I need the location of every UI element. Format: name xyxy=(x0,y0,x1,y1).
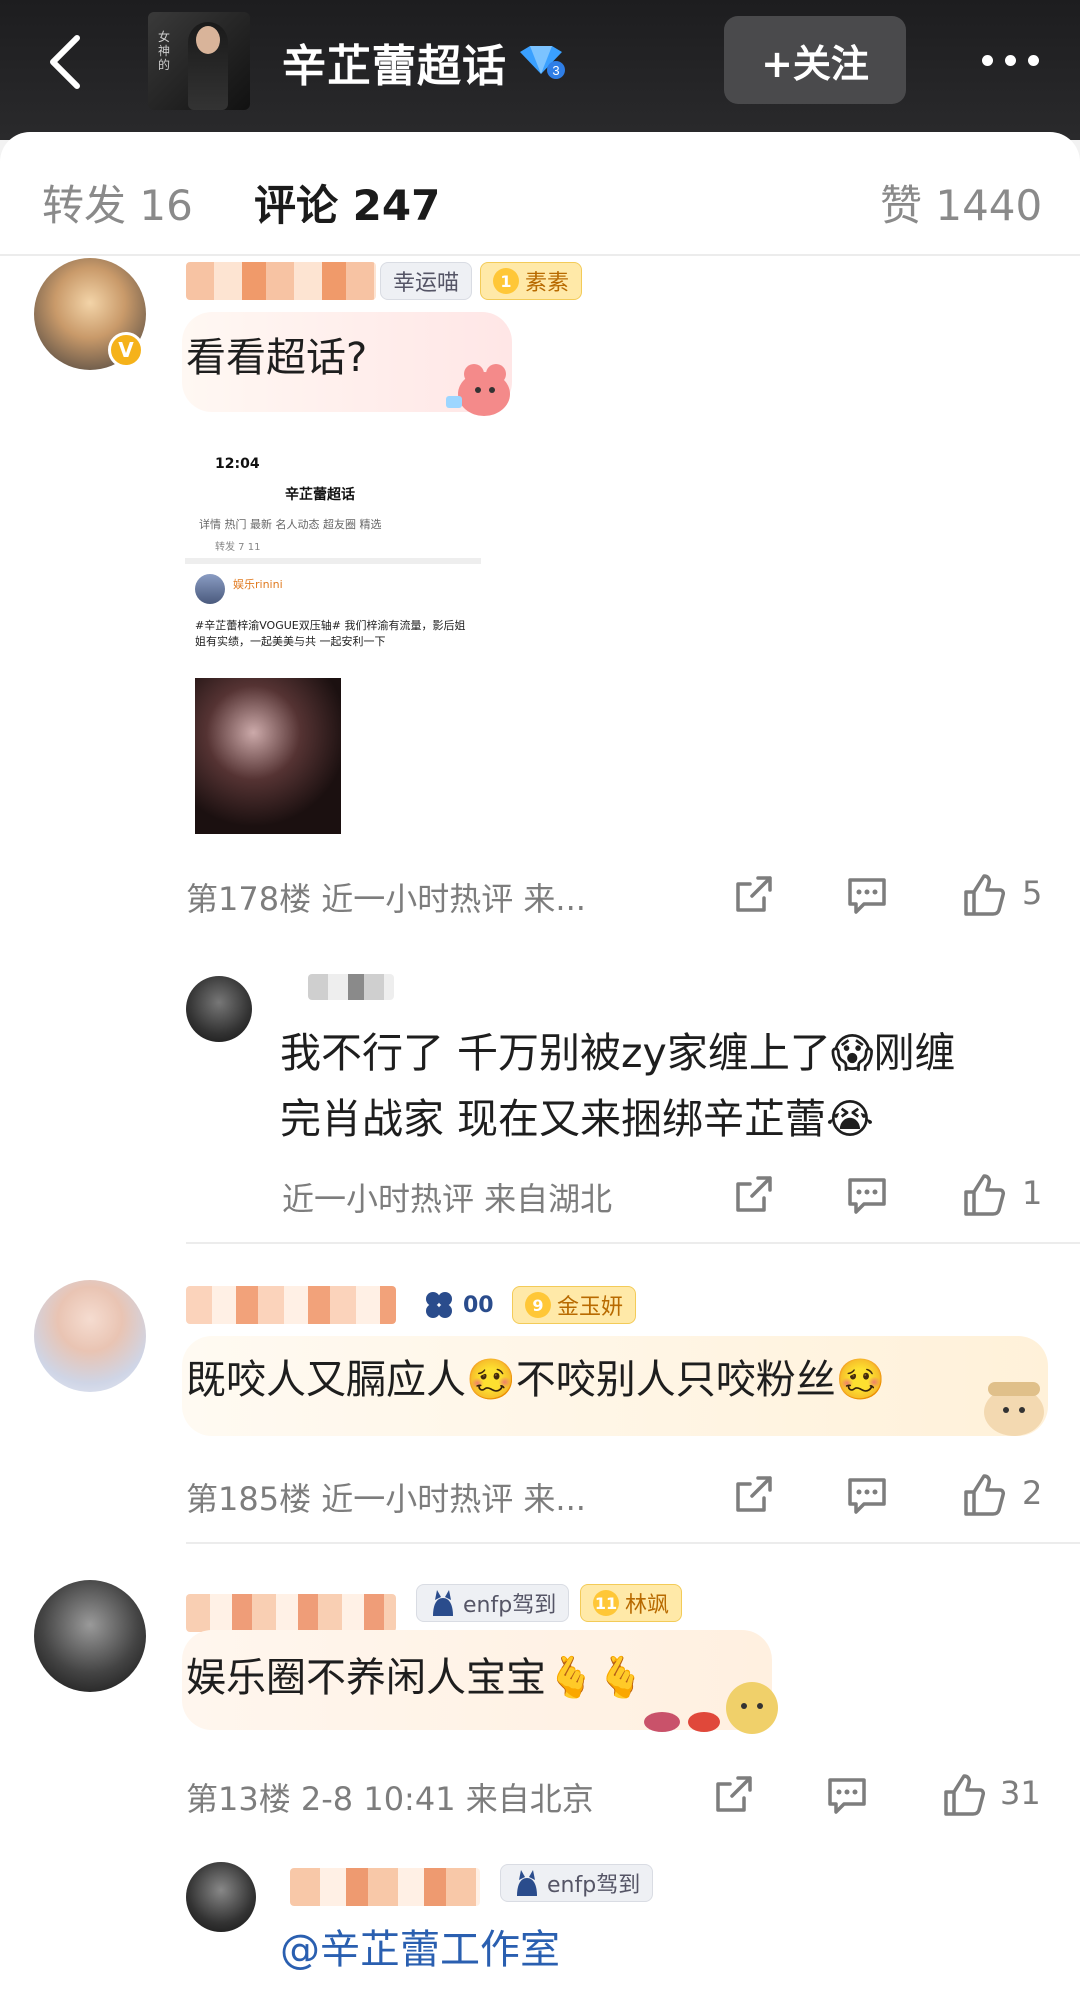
fan-level: 11 xyxy=(593,1590,619,1616)
comment-icon[interactable] xyxy=(842,1170,892,1220)
comment-text: 看看超话? xyxy=(186,335,368,381)
user-tag-chip[interactable]: 00 xyxy=(408,1286,507,1324)
comment-text: 既咬人又膈应人🥴不咬别人只咬粉丝🥴 xyxy=(186,1357,886,1403)
like-count: 1 xyxy=(1022,1174,1043,1212)
embed-user: 娱乐rinini xyxy=(233,578,283,591)
reply-text-line: 我不行了 千万别被zy家缠上了😱刚缠 xyxy=(280,1029,956,1077)
fan-badge-chip[interactable]: 1 素素 xyxy=(480,262,583,300)
fan-badge-chip[interactable]: 9 金玉妍 xyxy=(512,1286,637,1324)
avatar[interactable] xyxy=(34,1580,146,1692)
avatar[interactable] xyxy=(34,1280,146,1392)
comment-text: 娱乐圈不养闲人宝宝🫰🫰 xyxy=(186,1655,646,1701)
comment-meta: 第178楼 近一小时热评 来... xyxy=(186,880,586,918)
like-icon[interactable] xyxy=(958,870,1008,920)
comment-icon[interactable] xyxy=(842,870,892,920)
user-tag-chip[interactable]: enfp驾到 xyxy=(500,1864,654,1902)
reply-text-line: 完肖战家 现在又来捆绑辛芷蕾😭 xyxy=(280,1095,874,1143)
cover-text: 女神的 xyxy=(158,30,171,72)
more-dot xyxy=(1004,54,1016,66)
fan-level: 9 xyxy=(525,1292,551,1318)
back-arrow-icon xyxy=(50,35,80,89)
user-tag-label: 幸运喵 xyxy=(393,271,460,296)
follow-button[interactable]: +关注 xyxy=(724,16,906,104)
username-redacted[interactable] xyxy=(186,1594,396,1632)
fan-badge-label: 金玉妍 xyxy=(557,1295,624,1320)
tab-bar: 转发 16 评论 247 赞 1440 xyxy=(0,172,1080,242)
user-tag-label: enfp驾到 xyxy=(463,1593,557,1618)
share-icon[interactable] xyxy=(728,1170,778,1220)
share-icon[interactable] xyxy=(708,1770,758,1820)
comment-meta: 近一小时热评 来自湖北 xyxy=(282,1180,613,1218)
comment-divider xyxy=(186,1242,1080,1244)
user-tag-label: enfp驾到 xyxy=(547,1873,641,1898)
comment-divider xyxy=(186,1542,1080,1544)
comment-icon[interactable] xyxy=(822,1770,872,1820)
clover-icon xyxy=(426,1292,452,1318)
embedded-screenshot-image[interactable]: 12:04 辛芷蕾超话 详情 热门 最新 名人动态 超友圈 精选 转发 7 11… xyxy=(185,446,481,838)
embed-avatar xyxy=(195,574,225,604)
more-dot xyxy=(1027,54,1039,66)
user-tag-chip[interactable]: enfp驾到 xyxy=(416,1584,570,1622)
back-button[interactable] xyxy=(30,22,100,102)
username-redacted[interactable] xyxy=(290,1868,480,1906)
like-count: 2 xyxy=(1022,1474,1043,1512)
embed-tabs: 详情 热门 最新 名人动态 超友圈 精选 xyxy=(199,518,382,531)
username-redacted[interactable] xyxy=(186,262,376,300)
supertopic-cover-image[interactable]: 女神的 xyxy=(148,12,250,110)
user-tag-label: 00 xyxy=(463,1292,494,1318)
diamond-level-icon: 3 xyxy=(520,46,565,79)
like-icon[interactable] xyxy=(938,1770,988,1820)
embed-title: 辛芷蕾超话 xyxy=(285,487,355,503)
comment-meta: 第13楼 2-8 10:41 来自北京 xyxy=(186,1780,594,1818)
like-count: 5 xyxy=(1022,874,1043,912)
embed-status-time: 12:04 xyxy=(215,456,260,472)
sticker-icon xyxy=(984,1382,1044,1436)
fan-level: 1 xyxy=(493,268,519,294)
sticker-icon xyxy=(644,1682,778,1734)
sticker-icon xyxy=(446,364,510,416)
embed-body: #辛芷蕾梓渝VOGUE双压轴# 我们梓渝有流量，影后姐姐有实绩，一起美美与共 一… xyxy=(195,619,466,648)
more-dot xyxy=(981,54,993,66)
svg-text:3: 3 xyxy=(552,63,559,78)
embed-sub: 转发 7 11 xyxy=(215,542,261,553)
tab-repost[interactable]: 转发 16 xyxy=(42,172,193,233)
more-options-icon[interactable] xyxy=(960,40,1060,80)
embed-separator xyxy=(185,558,481,564)
username-redacted[interactable] xyxy=(308,974,394,1000)
share-icon[interactable] xyxy=(728,1470,778,1520)
user-tag-chip[interactable]: 幸运喵 xyxy=(380,262,473,300)
cat-icon xyxy=(517,1870,537,1896)
fan-badge-chip[interactable]: 11 林飒 xyxy=(580,1584,683,1622)
username-redacted[interactable] xyxy=(186,1286,396,1324)
mention-link[interactable]: @辛芷蕾工作室 xyxy=(280,1920,560,1980)
verified-badge-icon: V xyxy=(108,332,144,368)
share-icon[interactable] xyxy=(728,870,778,920)
like-icon[interactable] xyxy=(958,1470,1008,1520)
cat-icon xyxy=(433,1590,453,1616)
comment-meta: 第185楼 近一小时热评 来... xyxy=(186,1480,586,1518)
reply-avatar[interactable] xyxy=(186,976,252,1042)
top-bar: 女神的 辛芷蕾超话 3 +关注 xyxy=(0,0,1080,140)
cover-face xyxy=(196,26,220,54)
tab-likes[interactable]: 赞 1440 xyxy=(880,172,1042,233)
fan-badge-label: 林飒 xyxy=(625,1593,670,1618)
tab-comments[interactable]: 评论 247 xyxy=(254,172,440,233)
fan-badge-label: 素素 xyxy=(525,271,570,296)
embed-photo xyxy=(195,678,341,834)
like-icon[interactable] xyxy=(958,1170,1008,1220)
reply-avatar[interactable] xyxy=(186,1862,256,1932)
comment-icon[interactable] xyxy=(842,1470,892,1520)
page-title: 辛芷蕾超话 xyxy=(282,41,507,92)
like-count: 31 xyxy=(1000,1774,1041,1812)
tabs-divider xyxy=(0,254,1080,256)
reply-text: 我不行了 千万别被zy家缠上了😱刚缠 完肖战家 现在又来捆绑辛芷蕾😭 xyxy=(280,1020,1060,1152)
